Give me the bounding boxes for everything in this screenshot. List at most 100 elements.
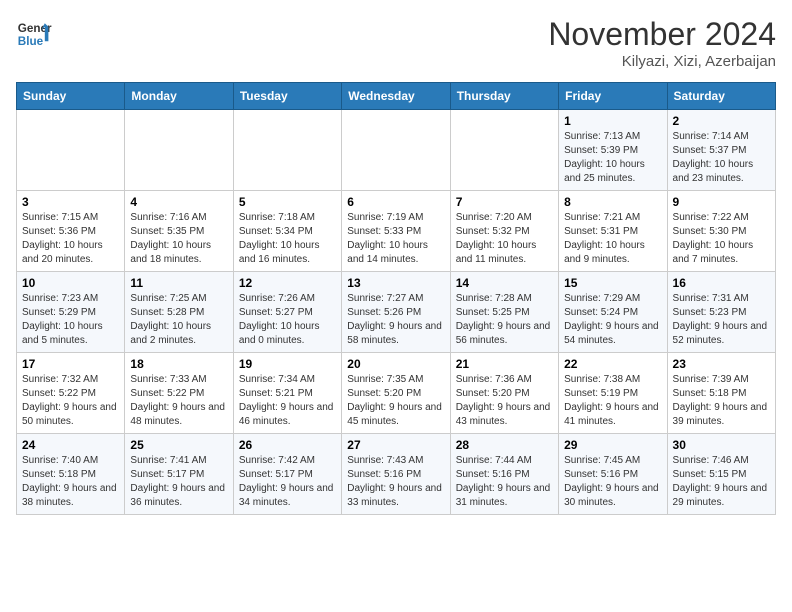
weekday-header-tuesday: Tuesday xyxy=(233,83,341,110)
day-number: 15 xyxy=(564,276,661,290)
calendar-cell: 23 Sunrise: 7:39 AM Sunset: 5:18 PM Dayli… xyxy=(667,353,775,434)
calendar-cell: 2 Sunrise: 7:14 AM Sunset: 5:37 PM Daylig… xyxy=(667,110,775,191)
day-info: Sunrise: 7:27 AM Sunset: 5:26 PM Dayligh… xyxy=(347,292,444,348)
day-info: Sunrise: 7:14 AM Sunset: 5:37 PM Dayligh… xyxy=(673,130,770,186)
calendar-cell xyxy=(17,110,125,191)
calendar-cell: 12Sunrise: 7:26 AM Sunset: 5:27 PM Dayli… xyxy=(233,272,341,353)
weekday-header-wednesday: Wednesday xyxy=(342,83,450,110)
day-number: 2 xyxy=(673,114,770,128)
day-info: Sunrise: 7:36 AM Sunset: 5:20 PM Dayligh… xyxy=(456,373,553,429)
day-info: Sunrise: 7:25 AM Sunset: 5:28 PM Dayligh… xyxy=(130,292,227,348)
weekday-header-saturday: Saturday xyxy=(667,83,775,110)
calendar-cell xyxy=(233,110,341,191)
title-area: November 2024 Kilyazi, Xizi, Azerbaijan xyxy=(548,16,776,70)
day-number: 26 xyxy=(239,438,336,452)
day-info: Sunrise: 7:41 AM Sunset: 5:17 PM Dayligh… xyxy=(130,454,227,510)
day-info: Sunrise: 7:45 AM Sunset: 5:16 PM Dayligh… xyxy=(564,454,661,510)
calendar-cell: 24 Sunrise: 7:40 AM Sunset: 5:18 PM Dayli… xyxy=(17,434,125,515)
calendar-cell: 27 Sunrise: 7:43 AM Sunset: 5:16 PM Dayli… xyxy=(342,434,450,515)
calendar-cell: 13 Sunrise: 7:27 AM Sunset: 5:26 PM Dayli… xyxy=(342,272,450,353)
day-number: 1 xyxy=(564,114,661,128)
day-number: 25 xyxy=(130,438,227,452)
calendar-cell: 17 Sunrise: 7:32 AM Sunset: 5:22 PM Dayli… xyxy=(17,353,125,434)
calendar-cell: 6 Sunrise: 7:19 AM Sunset: 5:33 PM Daylig… xyxy=(342,191,450,272)
day-number: 24 xyxy=(22,438,119,452)
day-number: 8 xyxy=(564,195,661,209)
day-info: Sunrise: 7:20 AM Sunset: 5:32 PM Dayligh… xyxy=(456,211,553,267)
day-info: Sunrise: 7:13 AM Sunset: 5:39 PM Dayligh… xyxy=(564,130,661,186)
day-info: Sunrise: 7:46 AM Sunset: 5:15 PM Dayligh… xyxy=(673,454,770,510)
logo-icon: General Blue xyxy=(16,16,52,52)
day-info: Sunrise: 7:15 AM Sunset: 5:36 PM Dayligh… xyxy=(22,211,119,267)
day-info: Sunrise: 7:38 AM Sunset: 5:19 PM Dayligh… xyxy=(564,373,661,429)
calendar-cell: 5 Sunrise: 7:18 AM Sunset: 5:34 PM Daylig… xyxy=(233,191,341,272)
day-info: Sunrise: 7:39 AM Sunset: 5:18 PM Dayligh… xyxy=(673,373,770,429)
calendar-cell: 9Sunrise: 7:22 AM Sunset: 5:30 PM Daylig… xyxy=(667,191,775,272)
page-header: General Blue November 2024 Kilyazi, Xizi… xyxy=(16,16,776,70)
day-number: 14 xyxy=(456,276,553,290)
weekday-header-thursday: Thursday xyxy=(450,83,558,110)
svg-text:Blue: Blue xyxy=(18,35,44,48)
calendar-cell: 8Sunrise: 7:21 AM Sunset: 5:31 PM Daylig… xyxy=(559,191,667,272)
day-info: Sunrise: 7:31 AM Sunset: 5:23 PM Dayligh… xyxy=(673,292,770,348)
day-info: Sunrise: 7:23 AM Sunset: 5:29 PM Dayligh… xyxy=(22,292,119,348)
calendar-week-3: 10 Sunrise: 7:23 AM Sunset: 5:29 PM Dayli… xyxy=(17,272,776,353)
day-number: 7 xyxy=(456,195,553,209)
logo: General Blue xyxy=(16,16,52,52)
day-number: 17 xyxy=(22,357,119,371)
calendar-cell: 21 Sunrise: 7:36 AM Sunset: 5:20 PM Dayli… xyxy=(450,353,558,434)
calendar-cell: 15 Sunrise: 7:29 AM Sunset: 5:24 PM Dayli… xyxy=(559,272,667,353)
calendar-cell: 25 Sunrise: 7:41 AM Sunset: 5:17 PM Dayli… xyxy=(125,434,233,515)
calendar-cell xyxy=(125,110,233,191)
day-number: 21 xyxy=(456,357,553,371)
day-number: 3 xyxy=(22,195,119,209)
day-info: Sunrise: 7:34 AM Sunset: 5:21 PM Dayligh… xyxy=(239,373,336,429)
weekday-header-friday: Friday xyxy=(559,83,667,110)
day-number: 27 xyxy=(347,438,444,452)
calendar-cell xyxy=(342,110,450,191)
day-info: Sunrise: 7:44 AM Sunset: 5:16 PM Dayligh… xyxy=(456,454,553,510)
calendar-cell xyxy=(450,110,558,191)
day-number: 10 xyxy=(22,276,119,290)
day-number: 22 xyxy=(564,357,661,371)
calendar-week-4: 17 Sunrise: 7:32 AM Sunset: 5:22 PM Dayli… xyxy=(17,353,776,434)
day-info: Sunrise: 7:40 AM Sunset: 5:18 PM Dayligh… xyxy=(22,454,119,510)
day-number: 18 xyxy=(130,357,227,371)
calendar-cell: 14 Sunrise: 7:28 AM Sunset: 5:25 PM Dayli… xyxy=(450,272,558,353)
calendar-cell: 18Sunrise: 7:33 AM Sunset: 5:22 PM Dayli… xyxy=(125,353,233,434)
day-info: Sunrise: 7:42 AM Sunset: 5:17 PM Dayligh… xyxy=(239,454,336,510)
day-number: 29 xyxy=(564,438,661,452)
weekday-header-monday: Monday xyxy=(125,83,233,110)
day-number: 20 xyxy=(347,357,444,371)
calendar-cell: 29 Sunrise: 7:45 AM Sunset: 5:16 PM Dayli… xyxy=(559,434,667,515)
calendar-cell: 4Sunrise: 7:16 AM Sunset: 5:35 PM Daylig… xyxy=(125,191,233,272)
weekday-header-row: SundayMondayTuesdayWednesdayThursdayFrid… xyxy=(17,83,776,110)
day-info: Sunrise: 7:35 AM Sunset: 5:20 PM Dayligh… xyxy=(347,373,444,429)
day-info: Sunrise: 7:29 AM Sunset: 5:24 PM Dayligh… xyxy=(564,292,661,348)
calendar-table: SundayMondayTuesdayWednesdayThursdayFrid… xyxy=(16,82,776,515)
day-number: 9 xyxy=(673,195,770,209)
calendar-week-5: 24 Sunrise: 7:40 AM Sunset: 5:18 PM Dayli… xyxy=(17,434,776,515)
day-number: 19 xyxy=(239,357,336,371)
day-info: Sunrise: 7:43 AM Sunset: 5:16 PM Dayligh… xyxy=(347,454,444,510)
day-number: 23 xyxy=(673,357,770,371)
location-subtitle: Kilyazi, Xizi, Azerbaijan xyxy=(548,53,776,70)
calendar-cell: 19 Sunrise: 7:34 AM Sunset: 5:21 PM Dayli… xyxy=(233,353,341,434)
day-info: Sunrise: 7:19 AM Sunset: 5:33 PM Dayligh… xyxy=(347,211,444,267)
calendar-cell: 3 Sunrise: 7:15 AM Sunset: 5:36 PM Daylig… xyxy=(17,191,125,272)
calendar-cell: 11Sunrise: 7:25 AM Sunset: 5:28 PM Dayli… xyxy=(125,272,233,353)
day-info: Sunrise: 7:28 AM Sunset: 5:25 PM Dayligh… xyxy=(456,292,553,348)
day-info: Sunrise: 7:16 AM Sunset: 5:35 PM Dayligh… xyxy=(130,211,227,267)
day-number: 16 xyxy=(673,276,770,290)
day-number: 13 xyxy=(347,276,444,290)
calendar-header: SundayMondayTuesdayWednesdayThursdayFrid… xyxy=(17,83,776,110)
calendar-cell: 22 Sunrise: 7:38 AM Sunset: 5:19 PM Dayli… xyxy=(559,353,667,434)
calendar-cell: 20 Sunrise: 7:35 AM Sunset: 5:20 PM Dayli… xyxy=(342,353,450,434)
calendar-week-1: 1 Sunrise: 7:13 AM Sunset: 5:39 PM Daylig… xyxy=(17,110,776,191)
calendar-week-2: 3 Sunrise: 7:15 AM Sunset: 5:36 PM Daylig… xyxy=(17,191,776,272)
calendar-cell: 30Sunrise: 7:46 AM Sunset: 5:15 PM Dayli… xyxy=(667,434,775,515)
day-number: 5 xyxy=(239,195,336,209)
day-info: Sunrise: 7:32 AM Sunset: 5:22 PM Dayligh… xyxy=(22,373,119,429)
day-info: Sunrise: 7:18 AM Sunset: 5:34 PM Dayligh… xyxy=(239,211,336,267)
day-number: 6 xyxy=(347,195,444,209)
